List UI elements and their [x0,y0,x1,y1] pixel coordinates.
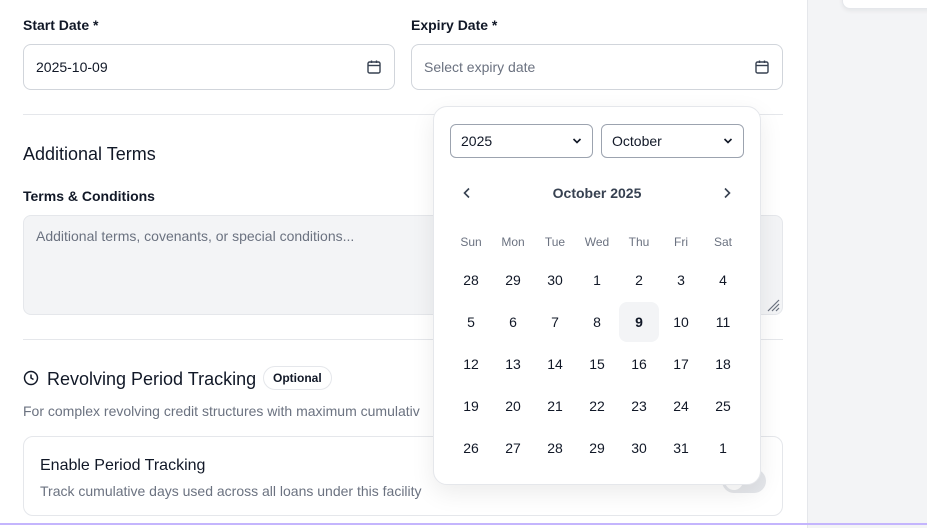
calendar-day[interactable]: 11 [703,302,743,342]
calendar-day[interactable]: 26 [451,428,491,468]
clock-icon [23,370,39,386]
calendar-month-label: October 2025 [552,185,642,201]
calendar-icon[interactable] [366,59,382,75]
right-side-panel [807,0,927,528]
resize-grip-icon[interactable] [766,298,780,312]
chevron-down-icon [572,138,582,144]
weekday-label: Sun [460,235,482,249]
revolving-description: For complex revolving credit structures … [23,403,420,419]
calendar-day[interactable]: 29 [577,428,617,468]
calendar-day[interactable]: 29 [493,260,533,300]
weekday-label: Mon [501,235,525,249]
enable-period-tracking-title: Enable Period Tracking [40,457,206,474]
date-picker-popover: 2025 October October 2025 Sun Mon Tue We… [433,106,761,485]
calendar-day[interactable]: 1 [577,260,617,300]
weekday-label: Sat [713,235,732,249]
calendar-day[interactable]: 25 [703,386,743,426]
revolving-heading: Revolving Period Tracking [47,369,257,389]
start-date-label: Start Date * [23,17,99,33]
chevron-right-icon [724,187,731,199]
calendar-day[interactable]: 2 [619,260,659,300]
calendar-day[interactable]: 19 [451,386,491,426]
calendar-day[interactable]: 31 [661,428,701,468]
calendar-day[interactable]: 18 [703,344,743,384]
calendar-day[interactable]: 16 [619,344,659,384]
calendar-day[interactable]: 24 [661,386,701,426]
calendar-day[interactable]: 4 [703,260,743,300]
calendar-day[interactable]: 6 [493,302,533,342]
month-select-value: October [612,133,662,149]
calendar-day[interactable]: 1 [703,428,743,468]
calendar-day[interactable]: 8 [577,302,617,342]
next-month-button[interactable] [717,183,737,203]
calendar-day[interactable]: 12 [451,344,491,384]
calendar-day[interactable]: 21 [535,386,575,426]
start-date-value: 2025-10-09 [36,59,108,75]
calendar-day[interactable]: 23 [619,386,659,426]
weekday-label: Fri [674,235,688,249]
calendar-day[interactable]: 22 [577,386,617,426]
year-select-value: 2025 [461,133,493,149]
additional-terms-heading: Additional Terms [23,144,156,164]
chevron-down-icon [723,138,733,144]
calendar-icon[interactable] [754,59,770,75]
expiry-date-label: Expiry Date * [411,17,498,33]
calendar-day[interactable]: 28 [451,260,491,300]
right-panel-card [842,0,927,9]
year-select[interactable]: 2025 [450,124,593,158]
enable-period-tracking-subtitle: Track cumulative days used across all lo… [40,483,422,499]
calendar-day[interactable]: 28 [535,428,575,468]
calendar-day[interactable]: 17 [661,344,701,384]
calendar-day[interactable]: 30 [619,428,659,468]
expiry-date-field[interactable]: Select expiry date [411,44,783,90]
calendar-day[interactable]: 14 [535,344,575,384]
calendar-day[interactable]: 7 [535,302,575,342]
terms-conditions-placeholder: Additional terms, covenants, or special … [36,228,355,244]
start-date-field[interactable]: 2025-10-09 [23,44,395,90]
terms-conditions-label: Terms & Conditions [23,188,155,204]
calendar-day[interactable]: 3 [661,260,701,300]
weekday-label: Tue [544,235,566,249]
optional-badge: Optional [263,366,332,390]
expiry-date-placeholder: Select expiry date [424,59,536,75]
calendar-day[interactable]: 13 [493,344,533,384]
weekday-label: Thu [628,235,650,249]
calendar-day[interactable]: 15 [577,344,617,384]
calendar-day-selected[interactable]: 9 [619,302,659,342]
calendar-day[interactable]: 5 [451,302,491,342]
calendar-day[interactable]: 27 [493,428,533,468]
calendar-day[interactable]: 30 [535,260,575,300]
month-select[interactable]: October [601,124,744,158]
bottom-accent-line [0,523,927,525]
weekday-label: Wed [584,235,610,249]
calendar-day[interactable]: 20 [493,386,533,426]
calendar-day[interactable]: 10 [661,302,701,342]
